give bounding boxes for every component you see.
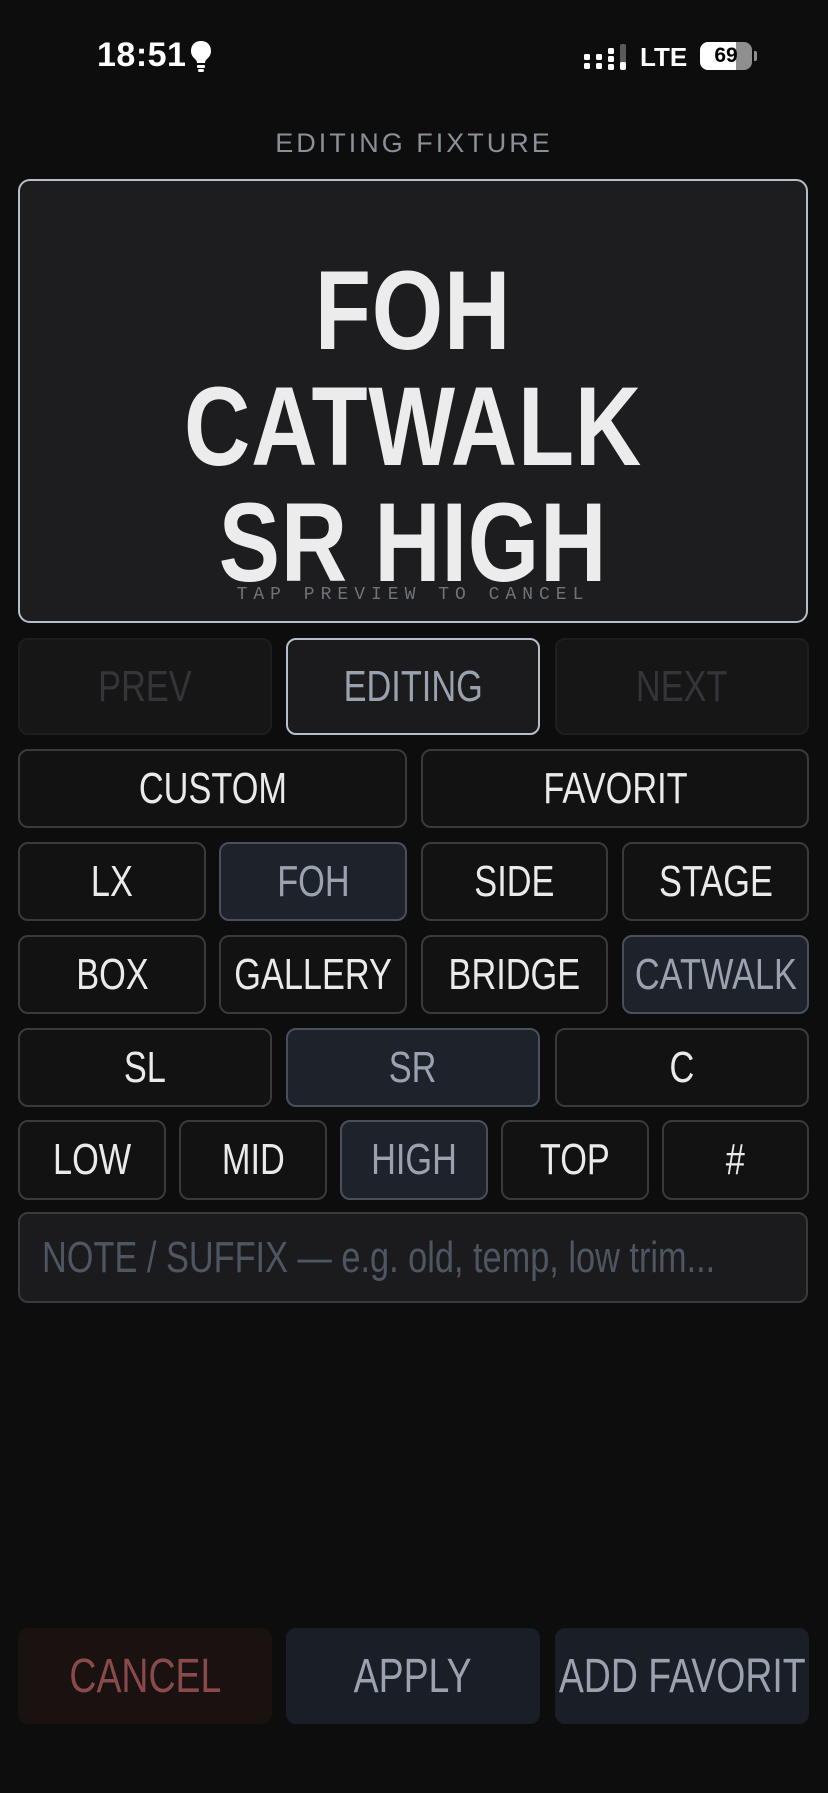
prev-button[interactable]: PREV xyxy=(18,638,272,735)
chip-catwalk[interactable]: CATWALK xyxy=(622,935,809,1014)
chip-top[interactable]: TOP xyxy=(501,1120,649,1200)
battery-percent: 69 xyxy=(714,44,738,67)
chip-mid[interactable]: MID xyxy=(179,1120,327,1200)
cancel-button[interactable]: CANCEL xyxy=(18,1628,272,1724)
editing-button[interactable]: EDITING xyxy=(286,638,540,735)
chip-label: TOP xyxy=(540,1135,610,1184)
status-bar: 18:51 LTE 69 xyxy=(0,0,828,110)
preview-line-2: SR HIGH xyxy=(218,480,608,605)
chip-lx[interactable]: LX xyxy=(18,842,206,921)
editing-fixture-label: EDITING FIXTURE xyxy=(275,128,553,158)
chip-box[interactable]: BOX xyxy=(18,935,206,1014)
lightbulb-icon xyxy=(191,41,211,72)
chip-label: FOH xyxy=(276,856,350,906)
status-time: 18:51 xyxy=(97,36,187,74)
battery-icon: 69 xyxy=(700,42,757,70)
add-favorit-button[interactable]: ADD FAVORIT xyxy=(555,1628,809,1724)
chip-label: STAGE xyxy=(658,856,773,906)
chip-gallery[interactable]: GALLERY xyxy=(219,935,407,1014)
cellular-signal-icon xyxy=(584,44,626,70)
chip-label: CATWALK xyxy=(634,949,797,999)
chip-label: BRIDGE xyxy=(448,949,581,999)
cancel-label: CANCEL xyxy=(69,1649,221,1703)
chip-label: SL xyxy=(123,1042,166,1092)
chip-foh[interactable]: FOH xyxy=(219,842,407,921)
editing-label: EDITING xyxy=(343,661,483,711)
note-placeholder: NOTE / SUFFIX — e.g. old, temp, low trim… xyxy=(42,1232,716,1282)
chip-label: GALLERY xyxy=(234,949,392,999)
chip-label: BOX xyxy=(75,949,149,999)
chip-label: SR xyxy=(389,1042,437,1092)
prev-label: PREV xyxy=(98,661,192,711)
note-suffix-input[interactable]: NOTE / SUFFIX — e.g. old, temp, low trim… xyxy=(18,1212,808,1303)
add-favorit-label: ADD FAVORIT xyxy=(558,1649,806,1703)
favorit-label: FAVORIT xyxy=(542,763,688,813)
custom-label: CUSTOM xyxy=(138,763,287,813)
favorit-button[interactable]: FAVORIT xyxy=(421,749,809,828)
apply-label: APPLY xyxy=(354,1649,472,1703)
chip-stage[interactable]: STAGE xyxy=(622,842,809,921)
chip-label: C xyxy=(669,1042,695,1092)
apply-button[interactable]: APPLY xyxy=(286,1628,540,1724)
chip-number[interactable]: # xyxy=(662,1120,809,1200)
chip-sl[interactable]: SL xyxy=(18,1028,272,1107)
chip-bridge[interactable]: BRIDGE xyxy=(421,935,608,1014)
fixture-preview[interactable]: FOH CATWALK SR HIGH TAP PREVIEW TO CANCE… xyxy=(18,179,808,623)
chip-label: LX xyxy=(90,856,133,906)
chip-label: MID xyxy=(221,1135,285,1184)
chip-sr[interactable]: SR xyxy=(286,1028,540,1107)
preview-hint: TAP PREVIEW TO CANCEL xyxy=(236,585,590,605)
chip-label: SIDE xyxy=(474,856,555,906)
preview-line-1: FOH CATWALK xyxy=(183,248,643,489)
network-type: LTE xyxy=(640,42,688,72)
chip-label: # xyxy=(725,1135,746,1184)
preview-name: FOH CATWALK SR HIGH xyxy=(20,253,806,601)
next-label: NEXT xyxy=(636,661,728,711)
custom-button[interactable]: CUSTOM xyxy=(18,749,407,828)
next-button[interactable]: NEXT xyxy=(555,638,809,735)
chip-label: HIGH xyxy=(371,1135,457,1184)
chip-c[interactable]: C xyxy=(555,1028,809,1107)
chip-high[interactable]: HIGH xyxy=(340,1120,488,1200)
chip-low[interactable]: LOW xyxy=(18,1120,166,1200)
chip-label: LOW xyxy=(52,1135,132,1184)
chip-side[interactable]: SIDE xyxy=(421,842,608,921)
